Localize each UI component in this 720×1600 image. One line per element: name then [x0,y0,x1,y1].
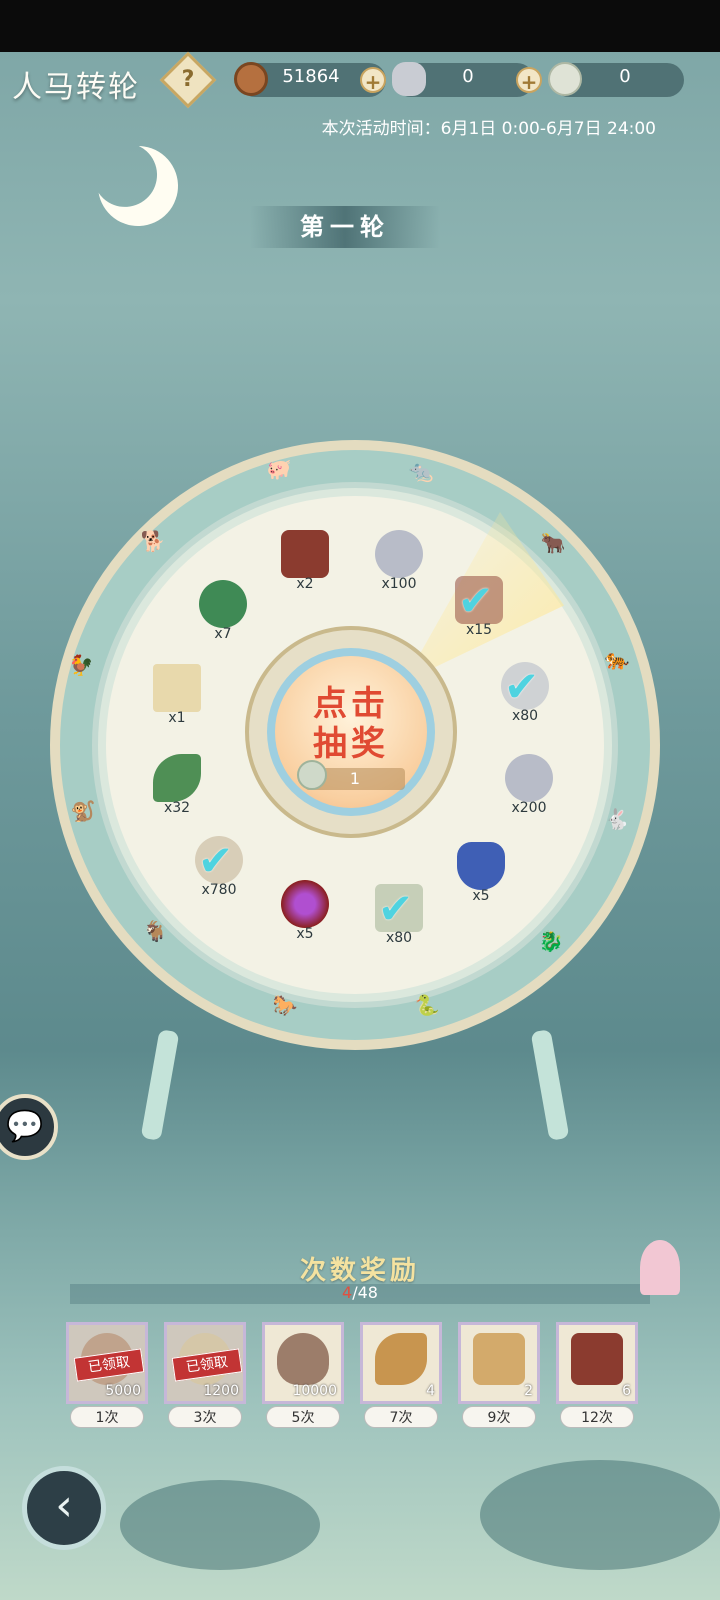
wheel-slot-coin-780: ✔ x780 [176,822,262,908]
shell-icon [277,1333,329,1385]
add-silver-button[interactable]: + [516,67,542,94]
zodiac-snake-icon: 🐍 [414,993,440,1017]
reward-times: 9次 [462,1406,536,1428]
jade-coin-icon [297,760,327,790]
slot-purple-orb-icon [281,880,329,928]
wheel-slot-orb-5: x5 [262,866,348,952]
reward-item-3[interactable]: 10000 [262,1322,344,1404]
slot-count: x780 [201,882,237,898]
chat-icon: 💬 [6,1109,44,1144]
zodiac-rabbit-icon: 🐇 [604,807,630,831]
zodiac-rooster-icon: 🐓 [68,653,94,677]
reward-item-1[interactable]: 已领取 5000 [66,1322,148,1404]
reward-times: 1次 [70,1406,144,1428]
slot-count: x200 [511,800,547,816]
slot-count: x1 [168,710,186,726]
reward-times: 5次 [266,1406,340,1428]
slot-count: x2 [296,576,314,592]
copper-value: 51864 [282,66,340,87]
jade-coin-icon [548,62,582,96]
slot-jade-coin-icon [199,580,247,628]
reward-times: 3次 [168,1406,242,1428]
spin-button[interactable]: 点击 抽奖 1 [275,656,427,808]
reward-amount: 2 [524,1383,533,1399]
copper-coin-icon [234,62,268,96]
lotus-leaf-decoration [120,1480,320,1570]
reward-amount: 10000 [292,1383,337,1399]
zodiac-rat-icon: 🐀 [408,459,434,483]
wheel-slot-leaf-32: x32 [134,740,220,826]
zodiac-goat-icon: 🐐 [142,919,168,943]
zodiac-monkey-icon: 🐒 [70,799,96,823]
slot-count: x100 [381,576,417,592]
slot-count: x80 [511,708,539,724]
zodiac-horse-icon: 🐎 [272,993,298,1017]
lotus-leaf-decoration [480,1460,720,1570]
wheel-slot-chest-15: ✔ x15 [436,562,522,648]
wheel-slot-silver-200: x200 [486,740,572,826]
page-title: 人马转轮 [12,70,140,105]
reward-times: 12次 [560,1406,634,1428]
wheel-slot-crystal-5: x5 [438,828,524,914]
wheel-slot-silver-80: ✔ x80 [482,648,568,734]
slot-crystal-icon [457,842,505,890]
wheel-slot-chest-2: x2 [262,516,348,602]
reward-amount: 6 [622,1383,631,1399]
silver-value: 0 [462,66,474,87]
slot-count: x7 [214,626,232,642]
claimed-check-icon: ✔ [458,576,494,625]
chat-button[interactable]: 💬 [0,1094,58,1160]
silver-ingot-icon [392,62,426,96]
wheel-stand-left [140,1029,180,1141]
slot-silver-coin-icon [375,530,423,578]
reward-amount: 1200 [203,1383,239,1399]
wheel-slot-map-1: x1 [134,650,220,736]
slot-silver-coin-icon [505,754,553,802]
reward-amount: 4 [426,1383,435,1399]
zodiac-dragon-icon: 🐉 [538,929,564,953]
add-copper-button[interactable]: + [360,67,386,94]
wheel-slot-scroll-80: ✔ x80 [356,870,442,956]
moon-icon [87,135,190,238]
reward-amount: 5000 [105,1383,141,1399]
reward-progress: 4/48 [342,1283,378,1302]
wheel-slot-jade-7: x7 [180,566,266,652]
jade-value: 0 [619,66,631,87]
zodiac-dog-icon: 🐕 [140,529,166,553]
back-arrow-icon: ‹ [55,1480,73,1531]
slot-count: x5 [296,926,314,942]
slot-count: x15 [465,622,493,638]
slot-count: x5 [472,888,490,904]
reward-item-2[interactable]: 已领取 1200 [164,1322,246,1404]
treasure-chest-icon [571,1333,623,1385]
wheel-slot-silver-100: x100 [356,516,442,602]
wood-chest-icon [473,1333,525,1385]
help-icon: ? [181,67,195,92]
slot-count: x80 [385,930,413,946]
reward-item-4[interactable]: 4 [360,1322,442,1404]
claimed-check-icon: ✔ [378,884,414,933]
slot-leaf-icon [153,754,201,802]
key-icon [375,1333,427,1385]
claimed-check-icon: ✔ [198,836,234,885]
help-button[interactable]: ? [159,51,217,109]
reward-item-5[interactable]: 2 [458,1322,540,1404]
rewards-title: 次数奖励 [299,1256,420,1286]
zodiac-tiger-icon: 🐅 [604,647,630,671]
zodiac-pig-icon: 🐖 [266,457,292,481]
round-label: 第一轮 [250,206,440,248]
slot-chest-icon [281,530,329,578]
claimed-check-icon: ✔ [504,662,540,711]
zodiac-ox-icon: 🐂 [540,531,566,555]
event-time: 本次活动时间：6月1日 0:00-6月7日 24:00 [321,119,656,139]
slot-map-icon [153,664,201,712]
wheel-stand-right [530,1029,570,1141]
reward-item-6[interactable]: 6 [556,1322,638,1404]
lotus-decoration [640,1240,680,1295]
spin-label: 点击 抽奖 [313,684,389,764]
slot-count: x32 [163,800,191,816]
reward-times: 7次 [364,1406,438,1428]
back-button[interactable]: ‹ [22,1466,106,1550]
